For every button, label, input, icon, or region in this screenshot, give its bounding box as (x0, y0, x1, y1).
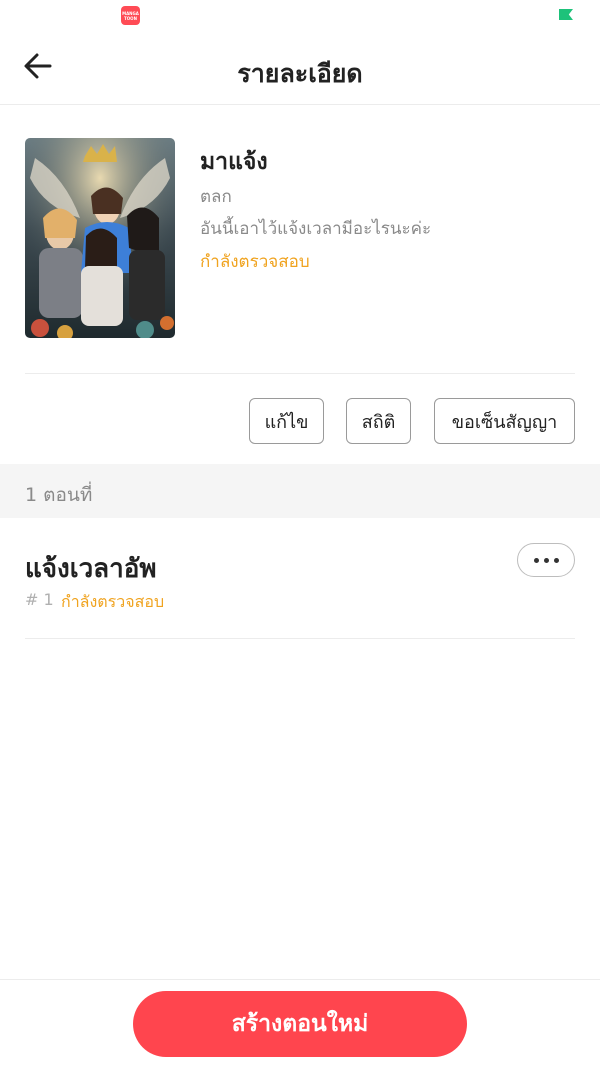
episode-more-button[interactable] (517, 543, 575, 577)
request-contract-button[interactable]: ขอเซ็นสัญญา (434, 398, 575, 444)
episode-count: 1 ตอนที่ (25, 484, 93, 506)
episode-status: กำลังตรวจสอบ (61, 592, 165, 611)
divider (25, 373, 575, 374)
battery-icon (559, 9, 573, 20)
episode-count-section: 1 ตอนที่ (0, 464, 600, 518)
stats-button[interactable]: สถิติ (346, 398, 411, 444)
story-description: อันนี้เอาไว้แจ้งเวลามีอะไรนะค่ะ (200, 219, 432, 239)
episode-title: แจ้งเวลาอัพ (25, 554, 157, 584)
mangatoon-app-icon: MANGA TOON (121, 6, 140, 25)
more-horizontal-icon (533, 557, 559, 563)
status-bar: MANGA TOON (0, 0, 600, 30)
create-new-episode-button[interactable]: สร้างตอนใหม่ (133, 991, 467, 1057)
app-icon-text-2: TOON (124, 15, 137, 21)
episode-list-item[interactable]: แจ้งเวลาอัพ # 1 กำลังตรวจสอบ (25, 518, 575, 639)
page-title: รายละเอียด (237, 59, 363, 88)
episode-number: # 1 (25, 590, 54, 609)
edit-button[interactable]: แก้ไข (249, 398, 324, 444)
header: รายละเอียด (0, 40, 600, 105)
bottom-bar: สร้างตอนใหม่ (0, 979, 600, 1068)
story-cover-image (25, 138, 175, 338)
story-genre: ตลก (200, 187, 232, 207)
story-status: กำลังตรวจสอบ (200, 252, 310, 272)
story-title: มาแจ้ง (200, 149, 268, 175)
